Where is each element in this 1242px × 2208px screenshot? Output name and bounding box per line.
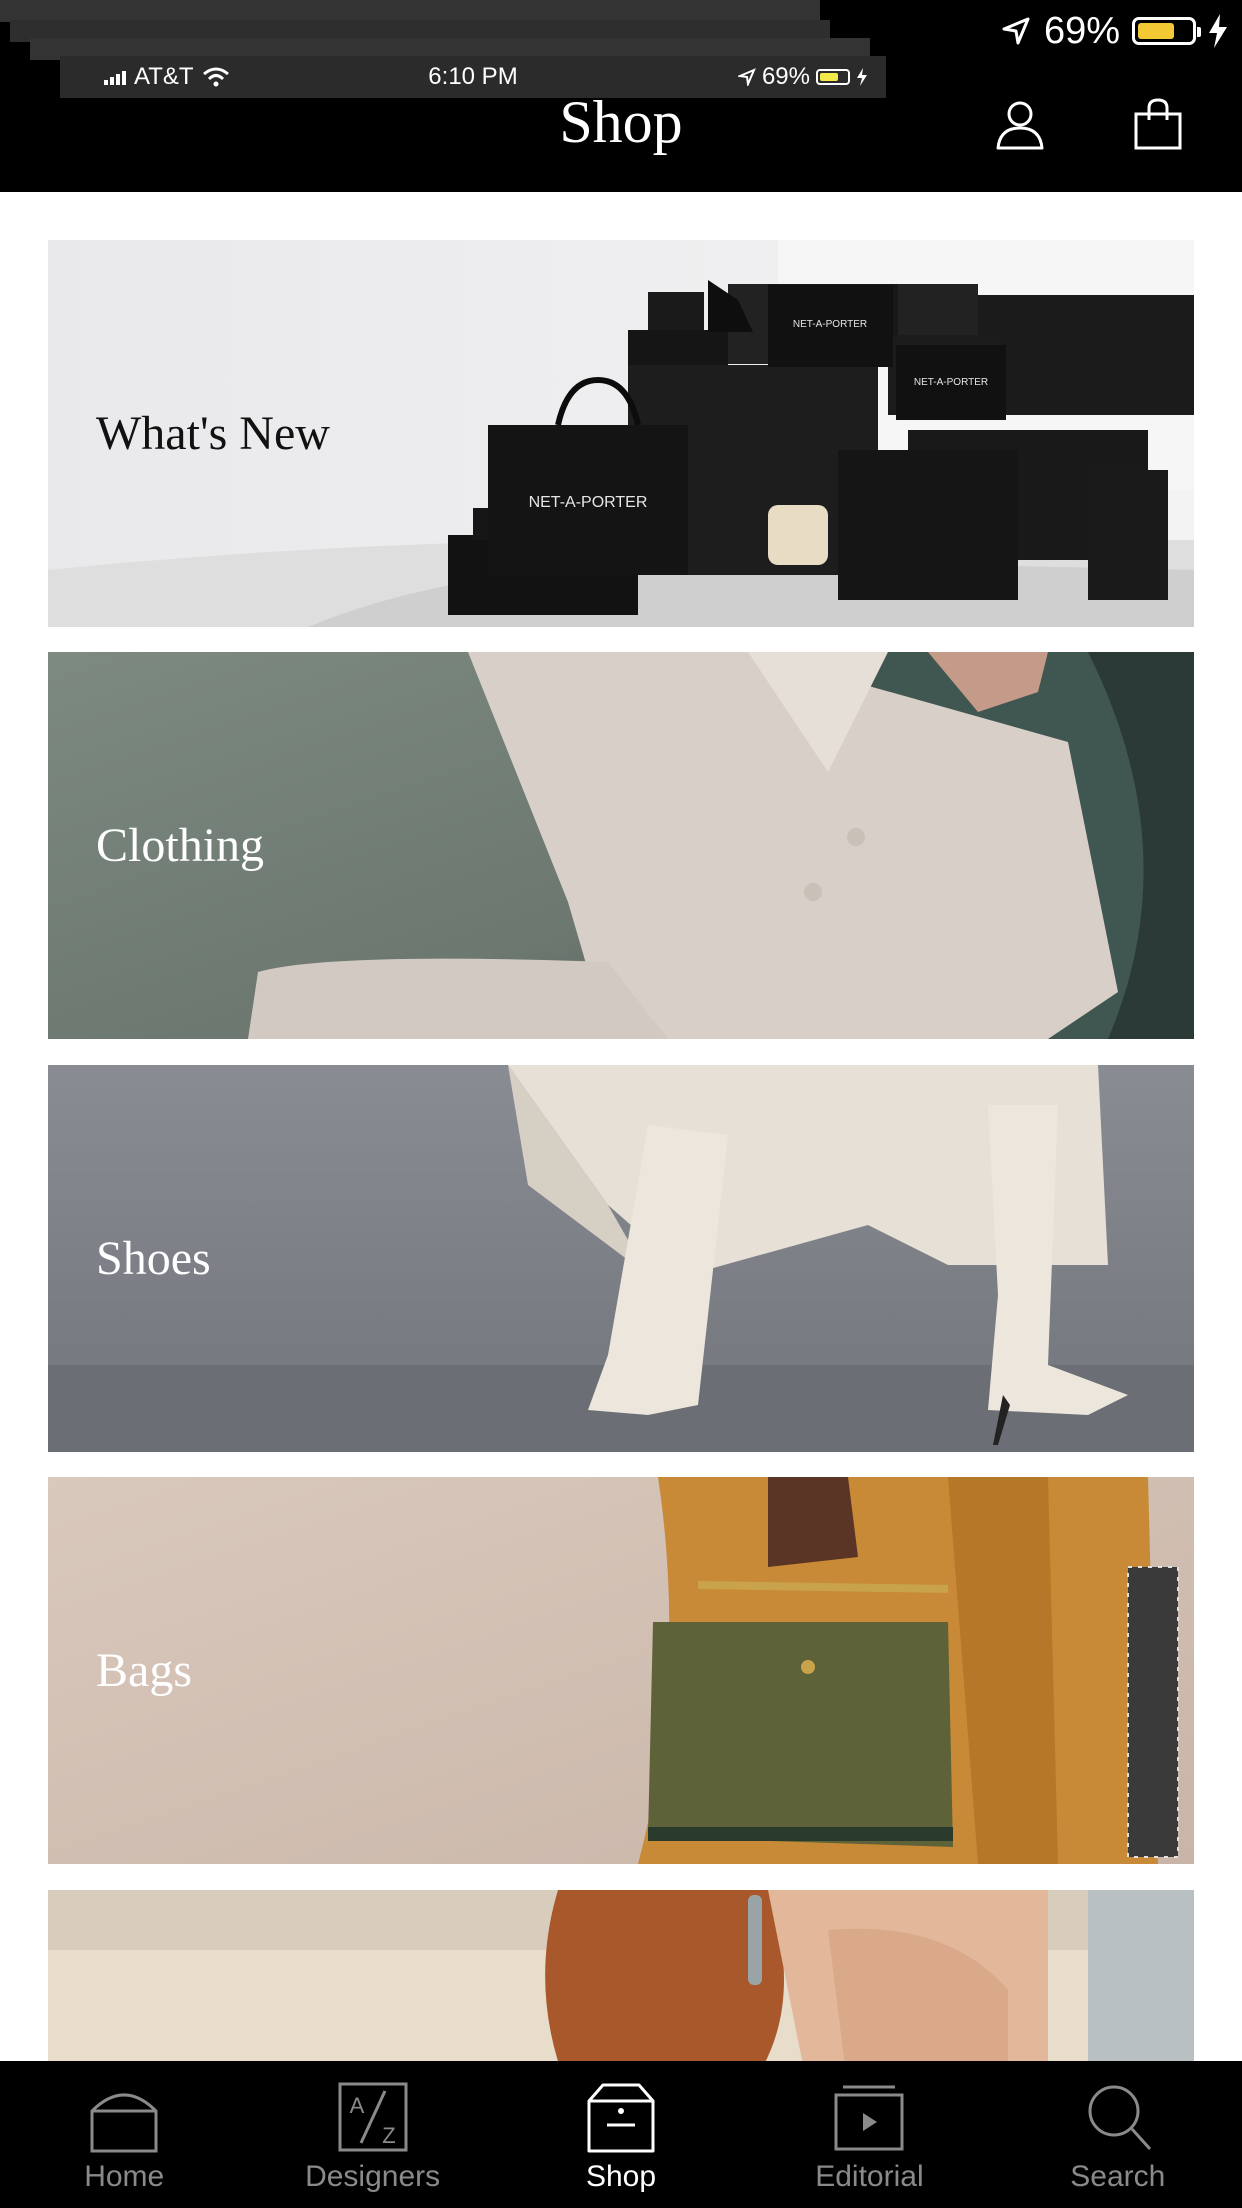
category-card-shoes[interactable]: Shoes <box>48 1065 1194 1452</box>
search-icon <box>1088 2085 1151 2151</box>
status-bar-right: 69% <box>1000 8 1228 54</box>
top-bar: AT&T 6:10 PM 69% 69% Shop <box>0 0 1242 192</box>
shop-screen: AT&T 6:10 PM 69% 69% Shop NET-A-PORTER N… <box>0 0 1242 2208</box>
category-card-whats-new[interactable]: NET-A-PORTER NET-A-PORTER NET-A-PORTER W… <box>48 240 1194 627</box>
bag-brand-text: NET-A-PORTER <box>914 377 988 388</box>
person-icon[interactable] <box>994 98 1046 150</box>
shoes-image <box>48 1065 1194 1452</box>
home-icon <box>90 2093 158 2153</box>
category-label: Shoes <box>96 1231 211 1285</box>
location-arrow-icon <box>737 68 756 86</box>
shopping-bag-icon[interactable] <box>1132 98 1184 150</box>
category-card-clothing[interactable]: Clothing <box>48 652 1194 1039</box>
charging-bolt-icon <box>857 68 867 86</box>
category-label: Clothing <box>96 818 265 872</box>
battery-icon <box>1132 17 1201 45</box>
wifi-icon <box>202 67 229 87</box>
tab-label: Editorial <box>815 2160 924 2193</box>
charging-bolt-icon <box>1209 14 1227 48</box>
page-title: Shop <box>559 89 683 155</box>
tab-editorial[interactable]: Editorial <box>745 2061 993 2208</box>
tab-label: Home <box>84 2160 165 2193</box>
svg-text:A: A <box>349 2093 364 2118</box>
play-icon <box>834 2085 904 2151</box>
battery-level <box>1138 23 1174 39</box>
category-card-bags[interactable]: Bags <box>48 1477 1194 1864</box>
category-label: Bags <box>96 1643 192 1697</box>
ghost-status-bar <box>0 0 820 22</box>
tab-label: Search <box>1070 2160 1166 2193</box>
tab-shop[interactable]: Shop <box>497 2061 745 2208</box>
tab-label: Shop <box>585 2160 657 2193</box>
tab-search[interactable]: Search <box>994 2061 1242 2208</box>
bag-brand-text: NET-A-PORTER <box>529 494 648 511</box>
location-arrow-icon <box>1002 17 1030 45</box>
az-icon: A Z <box>338 2082 408 2152</box>
signal-icon <box>104 69 126 85</box>
tab-designers[interactable]: A Z Designers <box>248 2061 496 2208</box>
bag-brand-text: NET-A-PORTER <box>793 319 867 330</box>
battery-percent: 69% <box>1043 9 1120 52</box>
bags-image <box>48 1477 1194 1864</box>
svg-text:Z: Z <box>382 2123 395 2148</box>
tab-label: Designers <box>305 2160 441 2193</box>
category-label: What's New <box>96 406 330 460</box>
battery-icon <box>816 69 850 85</box>
tab-bar: Home A Z Designers Shop Editorial Search <box>0 2061 1242 2208</box>
tab-home[interactable]: Home <box>0 2061 248 2208</box>
shop-bag-icon <box>587 2083 655 2153</box>
